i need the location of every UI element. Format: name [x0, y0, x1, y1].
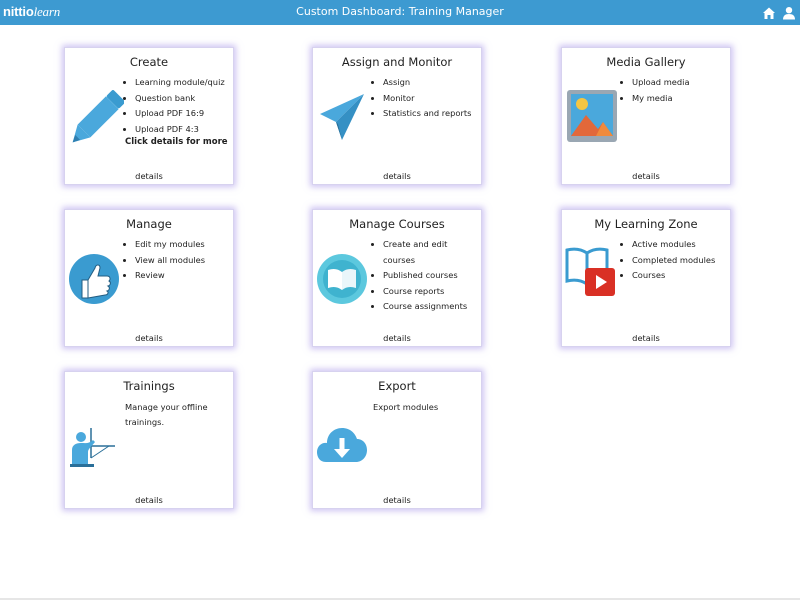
home-icon[interactable] — [762, 5, 776, 19]
details-link[interactable]: details — [562, 171, 730, 181]
video-book-icon — [565, 246, 619, 306]
card-export[interactable]: Export Export modules details — [312, 371, 482, 509]
card-media-gallery[interactable]: Media Gallery Upload media My media deta… — [561, 47, 731, 185]
list-item[interactable]: Create and edit courses — [383, 237, 477, 268]
list-item[interactable]: Assign — [383, 75, 477, 91]
details-link[interactable]: details — [313, 495, 481, 505]
list-item[interactable]: Learning module/quiz — [135, 75, 229, 91]
list-item[interactable]: Course reports — [383, 284, 477, 300]
card-create[interactable]: Create Learning module/quiz Question ban… — [64, 47, 234, 185]
list-item[interactable]: Upload PDF 16:9 — [135, 106, 229, 122]
details-link[interactable]: details — [65, 495, 233, 505]
card-description: Manage your offline trainings. — [125, 402, 208, 427]
details-link[interactable]: details — [313, 171, 481, 181]
card-title: Trainings — [123, 379, 175, 393]
details-link[interactable]: details — [65, 333, 233, 343]
top-bar: nittiolearn Custom Dashboard: Training M… — [0, 0, 800, 25]
card-title: My Learning Zone — [594, 217, 698, 231]
book-icon — [316, 248, 368, 312]
trainer-icon — [69, 426, 119, 472]
card-title: Assign and Monitor — [341, 55, 453, 69]
user-icon[interactable] — [782, 5, 796, 20]
card-manage[interactable]: Manage Edit my modules View all modules … — [64, 209, 234, 347]
cloud-download-icon — [316, 412, 368, 470]
card-title: Manage — [126, 217, 172, 231]
list-item[interactable]: My media — [632, 91, 726, 107]
thumbs-up-icon — [68, 248, 120, 312]
image-icon — [566, 89, 618, 147]
list-item[interactable]: Monitor — [383, 91, 477, 107]
details-link[interactable]: details — [313, 333, 481, 343]
list-item[interactable]: Edit my modules — [135, 237, 229, 253]
list-item[interactable]: Upload PDF 4:3 — [135, 122, 229, 138]
card-title: Manage Courses — [349, 217, 445, 231]
card-trainings[interactable]: Trainings Manage your offline trainings.… — [64, 371, 234, 509]
list-item[interactable]: Course assignments — [383, 299, 477, 315]
card-title: Media Gallery — [606, 55, 686, 69]
list-item[interactable]: Completed modules — [632, 253, 726, 269]
list-item[interactable]: Active modules — [632, 237, 726, 253]
list-item[interactable]: Published courses — [383, 268, 477, 284]
list-item[interactable]: View all modules — [135, 253, 229, 269]
paper-plane-icon — [318, 92, 366, 146]
card-title: Create — [129, 55, 169, 69]
card-description: Export modules — [373, 402, 439, 412]
card-title: Export — [378, 379, 416, 393]
list-item[interactable]: Review — [135, 268, 229, 284]
details-link[interactable]: details — [562, 333, 730, 343]
list-item[interactable]: Courses — [632, 268, 726, 284]
click-details-hint: Click details for more — [125, 137, 228, 147]
details-link[interactable]: details — [65, 171, 233, 181]
card-assign-and-monitor[interactable]: Assign and Monitor Assign Monitor Statis… — [312, 47, 482, 185]
card-my-learning-zone[interactable]: My Learning Zone Active modules Complete… — [561, 209, 731, 347]
card-manage-courses[interactable]: Manage Courses Create and edit courses P… — [312, 209, 482, 347]
pencil-icon — [68, 86, 125, 156]
page-title: Custom Dashboard: Training Manager — [296, 5, 504, 18]
list-item[interactable]: Upload media — [632, 75, 726, 91]
list-item[interactable]: Question bank — [135, 91, 229, 107]
list-item[interactable]: Statistics and reports — [383, 106, 477, 122]
